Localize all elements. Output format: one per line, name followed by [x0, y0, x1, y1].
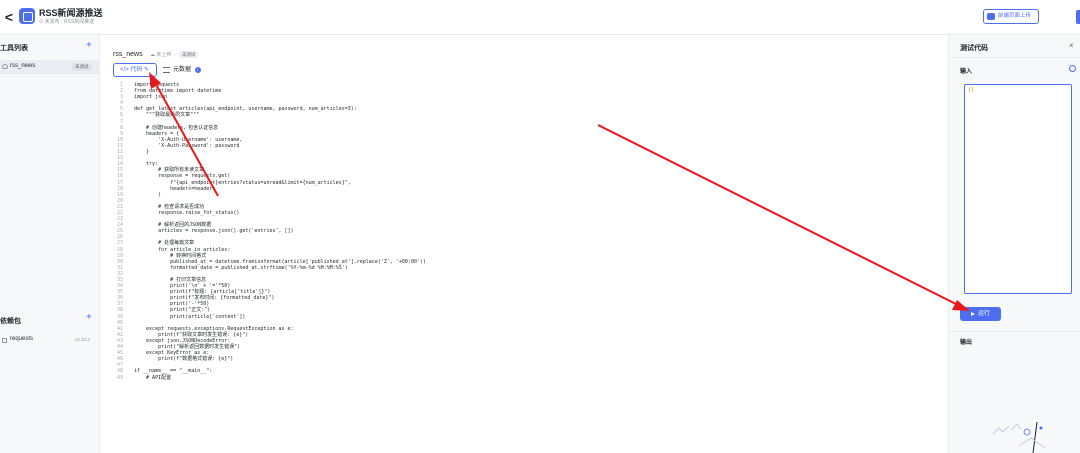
output-label: 输出 [960, 340, 973, 346]
add-dependency-button[interactable]: + [86, 312, 92, 323]
top-right-button-edge[interactable] [1076, 10, 1080, 24]
input-label: 输入 [960, 69, 973, 75]
test-panel-title: 测试代码 [960, 45, 988, 52]
app-logo-icon [19, 8, 35, 24]
cloud-icon [2, 64, 8, 69]
info-icon: i [194, 67, 201, 73]
code-text: # API配置 [134, 374, 172, 381]
code-line: 49 # API配置 [101, 375, 941, 381]
file-status-badge: 未测试 [178, 51, 199, 58]
publish-button[interactable]: 前端页面上传 [983, 9, 1039, 24]
add-tool-button[interactable]: + [86, 40, 92, 51]
publish-button-label: 前端页面上传 [998, 13, 1032, 19]
line-number: 49 [116, 374, 123, 381]
app-window: < RSS新闻源推送 ⊙ 未发布 · RSS新闻推送 前端页面上传 工具列表 +… [0, 0, 1080, 453]
test-input-field[interactable] [964, 84, 1072, 294]
test-panel: 测试代码 × 输入 运行 输出 [948, 35, 1080, 453]
code-editor-panel: rss_news ☁ 未上传 未测试 </> 代码 ✎ 元数据 i 1 impor… [101, 35, 951, 453]
file-upload-status: ☁ 未上传 [150, 52, 172, 58]
dependency-item-requests[interactable]: requests v2.32.3 [0, 334, 99, 346]
code-area[interactable]: 1 import requests 2 from datetime import da… [101, 82, 941, 453]
dependency-version: v2.32.3 [75, 337, 90, 342]
run-button-label: 运行 [977, 311, 990, 317]
play-icon [970, 312, 975, 316]
tool-item-rss-news[interactable]: rss_news 未测试 [0, 60, 99, 74]
dependency-name: requests [10, 336, 34, 342]
app-subtitle: ⊙ 未发布 · RSS新闻推送 [39, 19, 95, 25]
file-name: rss_news [113, 51, 143, 58]
run-button[interactable]: 运行 [960, 307, 1001, 321]
dependencies-title: 依赖包 [0, 318, 21, 325]
file-header: rss_news ☁ 未上传 未测试 [113, 43, 199, 61]
package-icon [2, 338, 7, 343]
left-panel: 工具列表 + rss_news 未测试 依赖包 + requests v2.32… [0, 35, 100, 453]
back-button[interactable]: < [2, 9, 16, 25]
tool-item-name: rss_news [10, 63, 36, 69]
tab-metadata-label: 元数据 [173, 67, 192, 73]
list-icon [163, 67, 170, 73]
tool-status-badge: 未测试 [72, 63, 92, 71]
tools-list-title: 工具列表 [0, 45, 28, 52]
top-bar: < RSS新闻源推送 ⊙ 未发布 · RSS新闻推送 前端页面上传 [0, 0, 1080, 35]
divider [949, 331, 1080, 332]
empty-output-illustration [992, 421, 1046, 453]
close-icon[interactable]: × [1069, 41, 1074, 50]
settings-icon[interactable] [1069, 65, 1076, 72]
divider [949, 57, 1080, 58]
tab-metadata[interactable]: 元数据 i [163, 63, 213, 77]
upload-icon [987, 13, 995, 20]
tab-code[interactable]: </> 代码 ✎ [113, 63, 157, 77]
